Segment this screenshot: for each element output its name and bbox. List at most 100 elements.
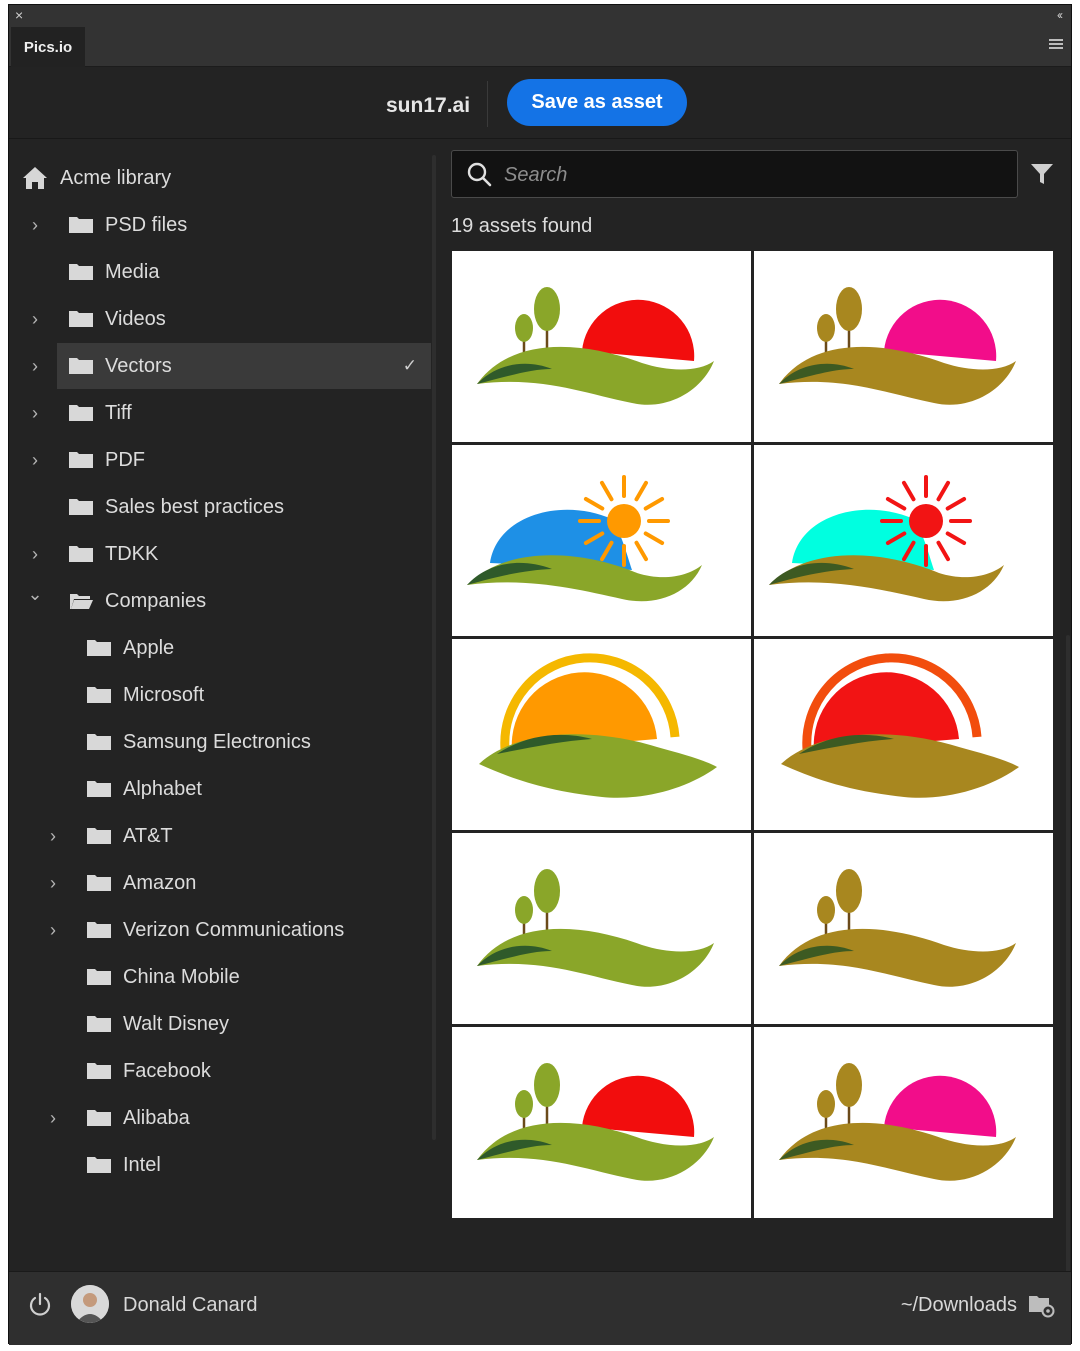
tree-item[interactable]: Alphabet (9, 766, 433, 812)
panel-chrome: × ‹‹ Pics.io (9, 5, 1071, 67)
tree-item[interactable]: › AT&T (9, 813, 433, 859)
chevron-right-icon[interactable]: › (27, 309, 43, 330)
results-count: 19 assets found (451, 215, 593, 237)
tree-item[interactable]: › Amazon (9, 860, 433, 906)
filter-icon[interactable] (1029, 161, 1055, 187)
chevron-right-icon[interactable]: › (27, 544, 43, 565)
tree-item-label: Walt Disney (123, 1012, 229, 1035)
checkmark-icon: ✓ (402, 356, 417, 375)
header: sun17.ai Save as asset (9, 67, 1071, 139)
tree-item[interactable]: › Vectors ✓ (32, 343, 431, 389)
tree-item[interactable]: China Mobile (9, 954, 433, 1000)
power-icon[interactable] (27, 1292, 53, 1318)
tree-item[interactable]: Microsoft (9, 672, 433, 718)
close-panel-icon[interactable]: × (15, 7, 23, 23)
tree-item[interactable]: Walt Disney (9, 1001, 433, 1047)
tree-item-label: Microsoft (123, 683, 205, 706)
tree-item-label: Alphabet (123, 777, 202, 800)
folder-icon (87, 969, 111, 985)
footer: Donald Canard ~/Downloads (9, 1271, 1071, 1345)
library-root[interactable]: Acme library (9, 155, 433, 201)
folder-icon (69, 217, 93, 233)
folder-icon (87, 734, 111, 750)
chevron-right-icon[interactable]: › (45, 1108, 61, 1129)
header-divider (487, 81, 488, 127)
tree-item[interactable]: Samsung Electronics (9, 719, 433, 765)
tree-item[interactable]: › PSD files (9, 202, 433, 248)
sidebar-scrollbar[interactable] (432, 155, 436, 1140)
folder-icon (69, 405, 93, 421)
tree-item-label: TDKK (105, 542, 159, 565)
folder-icon (69, 546, 93, 562)
tree-item-label: Facebook (123, 1059, 211, 1082)
search-input[interactable] (504, 159, 1004, 191)
asset-grid (452, 251, 1057, 1219)
tree-item[interactable]: Sales best practices (9, 484, 433, 530)
asset-image (779, 869, 1016, 987)
tree-item[interactable]: Media (9, 249, 433, 295)
asset-thumbnail[interactable] (754, 251, 1053, 442)
folder-icon (87, 1110, 111, 1126)
asset-thumbnail[interactable] (452, 639, 751, 830)
chevron-down-icon[interactable]: ⌄ (27, 584, 43, 605)
tree-item-label: Sales best practices (105, 495, 284, 518)
chevron-right-icon[interactable]: › (27, 403, 43, 424)
tree-item-label: Vectors (105, 354, 172, 377)
tree-item[interactable]: › TDKK (9, 531, 433, 577)
asset-image (779, 1063, 1016, 1181)
tree-item-label: Samsung Electronics (123, 730, 311, 753)
tree-item[interactable]: › Videos (9, 296, 433, 342)
panel-menu-icon[interactable] (1049, 39, 1063, 49)
chevron-right-icon[interactable]: › (27, 356, 43, 377)
tree-item[interactable]: Intel (9, 1142, 433, 1188)
tree-item-label: Tiff (105, 401, 132, 424)
tree-item[interactable]: Facebook (9, 1048, 433, 1094)
tree-item-label: Alibaba (123, 1106, 190, 1129)
search-icon (467, 162, 492, 187)
folder-icon (69, 358, 93, 374)
asset-thumbnail[interactable] (452, 251, 751, 442)
asset-thumbnail[interactable] (452, 445, 751, 636)
asset-thumbnail[interactable] (754, 833, 1053, 1024)
tree-item-label: Intel (123, 1153, 161, 1176)
tree-item[interactable]: › Tiff (9, 390, 433, 436)
chevron-right-icon[interactable]: › (27, 450, 43, 471)
home-icon (23, 167, 47, 189)
tree-item[interactable]: › Alibaba (9, 1095, 433, 1141)
chevron-right-icon[interactable]: › (45, 873, 61, 894)
collapse-panel-icon[interactable]: ‹‹ (1057, 7, 1063, 23)
folder-icon (87, 875, 111, 891)
asset-image (769, 475, 1004, 602)
chevron-right-icon[interactable]: › (45, 920, 61, 941)
tree-item[interactable]: › Verizon Communications (9, 907, 433, 953)
avatar[interactable] (71, 1285, 109, 1323)
folder-icon (69, 452, 93, 468)
save-as-asset-button[interactable]: Save as asset (507, 79, 687, 126)
asset-thumbnail[interactable] (754, 1027, 1053, 1218)
asset-image (467, 475, 702, 602)
tree-item[interactable]: Apple (9, 625, 433, 671)
asset-thumbnail[interactable] (754, 639, 1053, 830)
tree-item[interactable]: › PDF (9, 437, 433, 483)
folder-icon (87, 687, 111, 703)
chevron-right-icon[interactable]: › (27, 215, 43, 236)
folder-icon (87, 1063, 111, 1079)
asset-thumbnail[interactable] (452, 833, 751, 1024)
tree-item-label: PDF (105, 448, 145, 471)
folder-settings-icon[interactable] (1027, 1290, 1055, 1318)
grid-scrollbar[interactable] (1066, 635, 1070, 1295)
asset-image (479, 653, 717, 798)
tree-item-label: Apple (123, 636, 175, 659)
download-path[interactable]: ~/Downloads (901, 1294, 1017, 1317)
asset-thumbnail[interactable] (754, 445, 1053, 636)
panel-tab[interactable]: Pics.io (11, 27, 85, 67)
tree-item-label: Videos (105, 307, 166, 330)
asset-thumbnail[interactable] (452, 1027, 751, 1218)
current-filename: sun17.ai (386, 94, 471, 117)
folder-icon (87, 640, 111, 656)
chevron-right-icon[interactable]: › (45, 826, 61, 847)
tree-item-label: China Mobile (123, 965, 240, 988)
tree-item-label: Companies (105, 589, 207, 612)
tree-item[interactable]: ⌄ Companies (9, 578, 433, 624)
search-box (451, 150, 1018, 198)
